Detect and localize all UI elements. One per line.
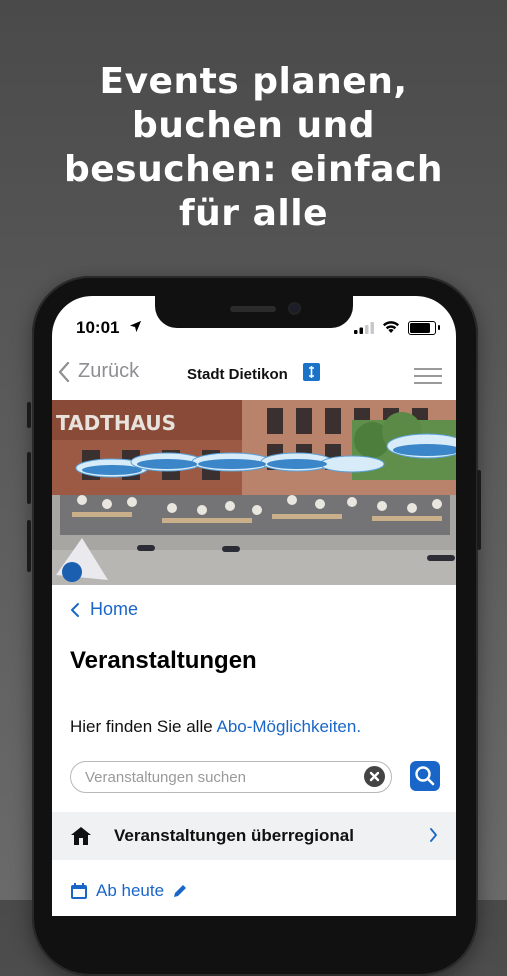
crest-icon	[303, 363, 320, 381]
speaker-grille	[230, 306, 276, 312]
intro-text: Hier finden Sie alle	[70, 717, 217, 736]
headline-line-2: buchen und	[132, 105, 375, 146]
headline-line-1: Events planen,	[99, 61, 408, 102]
abo-link[interactable]: Abo-Möglichkeiten.	[216, 717, 361, 736]
page-title: Veranstaltungen	[70, 647, 257, 674]
status-time: 10:01	[76, 318, 120, 337]
search-button[interactable]	[410, 761, 440, 791]
power-button	[477, 470, 481, 550]
volume-up-button	[27, 452, 31, 504]
phone-notch	[155, 296, 353, 328]
front-camera	[288, 302, 301, 315]
clear-icon[interactable]	[364, 766, 385, 787]
navigation-bar: Zurück Stadt Dietikon	[52, 354, 456, 396]
hamburger-menu-icon[interactable]	[414, 366, 442, 386]
pencil-icon	[174, 885, 187, 897]
headline-line-3: besuchen: einfach	[64, 149, 443, 190]
headline-line-4: für alle	[179, 193, 328, 234]
volume-down-button	[27, 520, 31, 572]
date-filter-label: Ab heute	[96, 881, 165, 900]
intro-paragraph: Hier finden Sie alle Abo-Möglichkeiten.	[70, 717, 361, 737]
search-input[interactable]	[83, 762, 357, 792]
wifi-icon	[383, 321, 399, 333]
hero-image: TADTHAUS	[52, 400, 456, 585]
calendar-icon	[71, 883, 87, 899]
back-label: Zurück	[78, 360, 140, 382]
location-arrow-icon	[129, 320, 142, 333]
mute-switch	[27, 402, 31, 428]
building-sign: TADTHAUS	[56, 411, 176, 435]
chevron-left-icon	[71, 602, 79, 617]
chevron-left-icon	[58, 361, 70, 382]
battery-icon	[408, 321, 440, 335]
breadcrumb-label: Home	[90, 599, 139, 619]
category-label: Veranstaltungen überregional	[114, 826, 354, 845]
search-icon	[415, 766, 435, 786]
category-row[interactable]: Veranstaltungen überregional	[52, 812, 456, 860]
house-icon	[71, 827, 91, 845]
chevron-right-icon	[430, 828, 437, 842]
promo-headline: Events planen, buchen und besuchen: einf…	[0, 60, 507, 236]
back-button[interactable]: Zurück	[58, 360, 139, 383]
breadcrumb-home[interactable]: Home	[70, 599, 138, 620]
date-filter[interactable]: Ab heute	[70, 881, 188, 901]
phone-screen: 10:01 Zurück Stadt Dietikon TADTHAUS Hom…	[52, 296, 456, 916]
search-field	[70, 761, 392, 793]
nav-title: Stadt Dietikon	[187, 366, 288, 383]
signal-icon	[354, 322, 374, 334]
